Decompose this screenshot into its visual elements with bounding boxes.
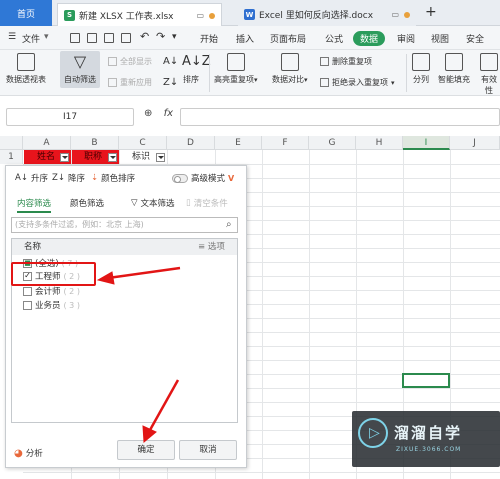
annotation-arrows [96, 266, 181, 444]
watermark-subtitle: ZIXUE.3066.COM [396, 446, 462, 453]
play-logo-icon: ▷ [358, 418, 388, 448]
watermark-title: 溜溜自学 [394, 424, 463, 442]
